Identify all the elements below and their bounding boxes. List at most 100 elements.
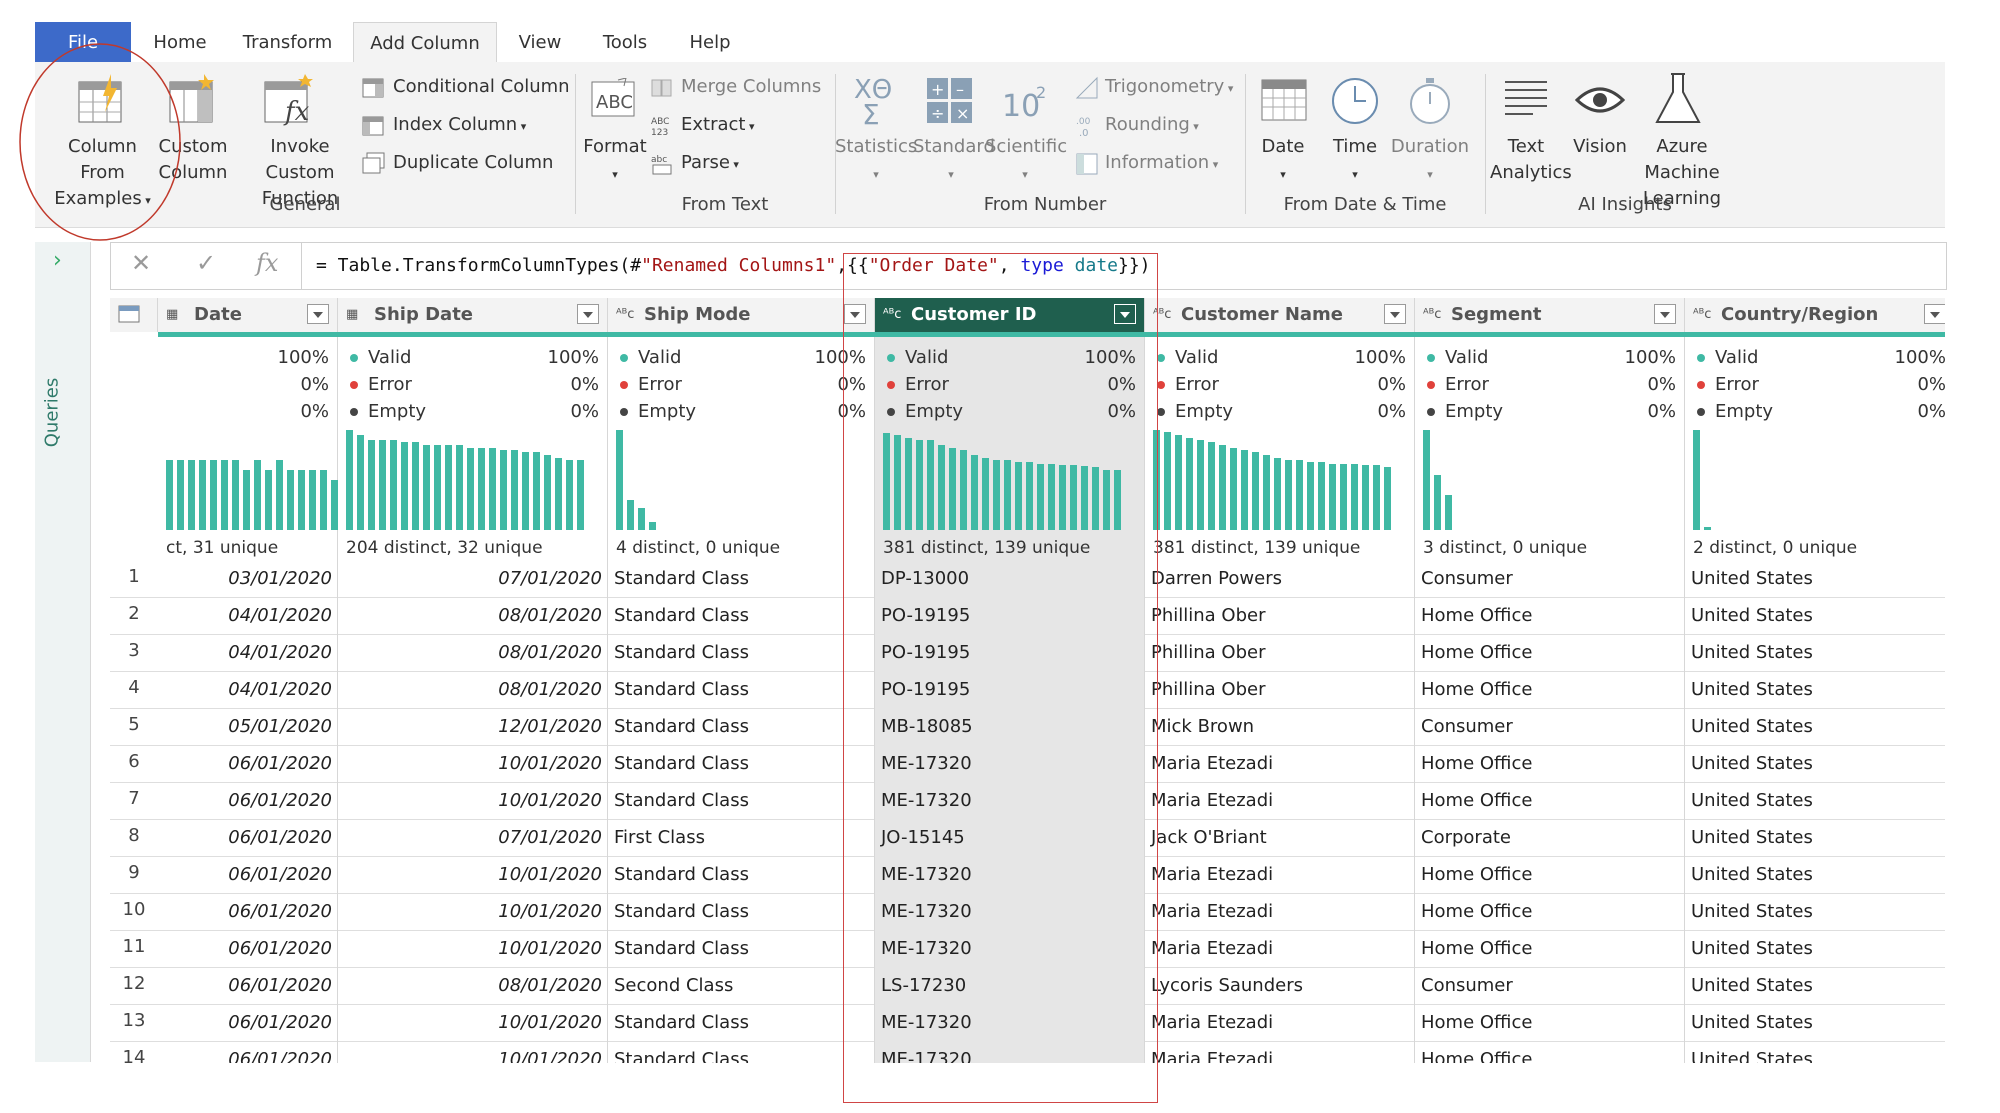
table-cell[interactable]: Standard Class — [608, 893, 875, 930]
table-cell[interactable]: Maria Etezadi — [1145, 1004, 1415, 1041]
column-header[interactable]: ▦ Date — [158, 298, 338, 332]
table-cell[interactable]: 06/01/2020 — [158, 1041, 338, 1063]
tab-transform[interactable]: Transform — [230, 22, 345, 62]
table-cell[interactable]: Home Office — [1415, 597, 1685, 634]
column-header[interactable]: ᴬᴮc Customer Name — [1145, 298, 1415, 332]
table-cell[interactable]: United States — [1685, 671, 1945, 708]
table-cell[interactable]: 06/01/2020 — [158, 1004, 338, 1041]
column-type-icon[interactable]: ᴬᴮc — [1693, 298, 1711, 332]
table-cell[interactable]: Standard Class — [608, 708, 875, 745]
table-cell[interactable]: 07/01/2020 — [338, 560, 608, 597]
table-cell[interactable]: Home Office — [1415, 856, 1685, 893]
tab-add-column[interactable]: Add Column — [353, 22, 497, 63]
table-cell[interactable]: Maria Etezadi — [1145, 930, 1415, 967]
table-cell[interactable]: 08/01/2020 — [338, 597, 608, 634]
table-cell[interactable]: United States — [1685, 634, 1945, 671]
table-cell[interactable]: Standard Class — [608, 930, 875, 967]
table-cell[interactable]: 10/01/2020 — [338, 893, 608, 930]
table-cell[interactable]: 04/01/2020 — [158, 634, 338, 671]
table-cell[interactable]: Standard Class — [608, 671, 875, 708]
table-cell[interactable]: Home Office — [1415, 1004, 1685, 1041]
table-cell[interactable]: Standard Class — [608, 560, 875, 597]
table-cell[interactable]: 04/01/2020 — [158, 597, 338, 634]
column-header[interactable]: ᴬᴮc Ship Mode — [608, 298, 875, 332]
table-cell[interactable]: 06/01/2020 — [158, 856, 338, 893]
cancel-icon[interactable]: ✕ — [131, 249, 151, 277]
table-cell[interactable]: 10/01/2020 — [338, 856, 608, 893]
table-cell[interactable]: 10/01/2020 — [338, 930, 608, 967]
table-cell[interactable]: Standard Class — [608, 1004, 875, 1041]
table-cell[interactable]: United States — [1685, 597, 1945, 634]
table-cell[interactable]: 06/01/2020 — [158, 819, 338, 856]
queries-pane[interactable]: › Queries — [35, 242, 91, 1062]
table-cell[interactable]: 06/01/2020 — [158, 745, 338, 782]
table-cell[interactable]: 08/01/2020 — [338, 967, 608, 1004]
table-cell[interactable]: United States — [1685, 1004, 1945, 1041]
table-cell[interactable]: Mick Brown — [1145, 708, 1415, 745]
table-cell[interactable]: Maria Etezadi — [1145, 745, 1415, 782]
table-cell[interactable]: United States — [1685, 745, 1945, 782]
table-cell[interactable]: Standard Class — [608, 1041, 875, 1063]
table-cell[interactable]: Home Office — [1415, 782, 1685, 819]
table-cell[interactable]: Consumer — [1415, 967, 1685, 1004]
table-cell[interactable]: Home Office — [1415, 745, 1685, 782]
column-type-icon[interactable]: ▦ — [166, 298, 178, 332]
table-cell[interactable]: Second Class — [608, 967, 875, 1004]
table-cell[interactable]: 06/01/2020 — [158, 930, 338, 967]
table-cell[interactable]: 08/01/2020 — [338, 671, 608, 708]
column-type-icon[interactable]: ᴬᴮc — [1423, 298, 1441, 332]
table-menu-icon[interactable] — [110, 298, 158, 332]
column-header[interactable]: ▦ Ship Date — [338, 298, 608, 332]
table-cell[interactable]: 10/01/2020 — [338, 1004, 608, 1041]
table-cell[interactable]: Phillina Ober — [1145, 597, 1415, 634]
expand-queries-chevron-icon[interactable]: › — [53, 248, 62, 273]
table-cell[interactable]: Maria Etezadi — [1145, 1041, 1415, 1063]
column-filter-dropdown-icon[interactable] — [1654, 304, 1676, 324]
table-cell[interactable]: United States — [1685, 819, 1945, 856]
table-cell[interactable]: 06/01/2020 — [158, 782, 338, 819]
table-cell[interactable]: United States — [1685, 560, 1945, 597]
table-cell[interactable]: 07/01/2020 — [338, 819, 608, 856]
table-cell[interactable]: Home Office — [1415, 1041, 1685, 1063]
table-cell[interactable]: Maria Etezadi — [1145, 893, 1415, 930]
column-type-icon[interactable]: ▦ — [346, 298, 358, 332]
table-cell[interactable]: United States — [1685, 1041, 1945, 1063]
table-cell[interactable]: Maria Etezadi — [1145, 782, 1415, 819]
table-cell[interactable]: Jack O'Briant — [1145, 819, 1415, 856]
table-cell[interactable]: Phillina Ober — [1145, 671, 1415, 708]
table-cell[interactable]: Standard Class — [608, 634, 875, 671]
table-cell[interactable]: 06/01/2020 — [158, 967, 338, 1004]
commit-check-icon[interactable]: ✓ — [196, 249, 216, 277]
table-cell[interactable]: 03/01/2020 — [158, 560, 338, 597]
column-filter-dropdown-icon[interactable] — [577, 304, 599, 324]
table-cell[interactable]: United States — [1685, 782, 1945, 819]
table-cell[interactable]: Phillina Ober — [1145, 634, 1415, 671]
column-header[interactable]: ᴬᴮc Segment — [1415, 298, 1685, 332]
table-cell[interactable]: United States — [1685, 856, 1945, 893]
table-cell[interactable]: 10/01/2020 — [338, 782, 608, 819]
table-cell[interactable]: 06/01/2020 — [158, 893, 338, 930]
table-cell[interactable]: Consumer — [1415, 560, 1685, 597]
table-cell[interactable]: Corporate — [1415, 819, 1685, 856]
table-cell[interactable]: First Class — [608, 819, 875, 856]
tab-view[interactable]: View — [500, 22, 580, 62]
table-cell[interactable]: Darren Powers — [1145, 560, 1415, 597]
column-filter-dropdown-icon[interactable] — [307, 304, 329, 324]
table-cell[interactable]: Lycoris Saunders — [1145, 967, 1415, 1004]
table-cell[interactable]: Standard Class — [608, 597, 875, 634]
fx-icon[interactable]: fx — [256, 249, 278, 277]
table-cell[interactable]: United States — [1685, 893, 1945, 930]
table-cell[interactable]: United States — [1685, 967, 1945, 1004]
table-cell[interactable]: 08/01/2020 — [338, 634, 608, 671]
column-filter-dropdown-icon[interactable] — [1924, 304, 1945, 324]
column-header[interactable]: ᴬᴮc Country/Region — [1685, 298, 1945, 332]
table-cell[interactable]: 04/01/2020 — [158, 671, 338, 708]
table-cell[interactable]: Home Office — [1415, 930, 1685, 967]
tab-help[interactable]: Help — [670, 22, 750, 62]
table-cell[interactable]: Standard Class — [608, 745, 875, 782]
tab-tools[interactable]: Tools — [585, 22, 665, 62]
table-cell[interactable]: 10/01/2020 — [338, 1041, 608, 1063]
column-type-icon[interactable]: ᴬᴮc — [616, 298, 634, 332]
table-cell[interactable]: Maria Etezadi — [1145, 856, 1415, 893]
table-cell[interactable]: Standard Class — [608, 782, 875, 819]
